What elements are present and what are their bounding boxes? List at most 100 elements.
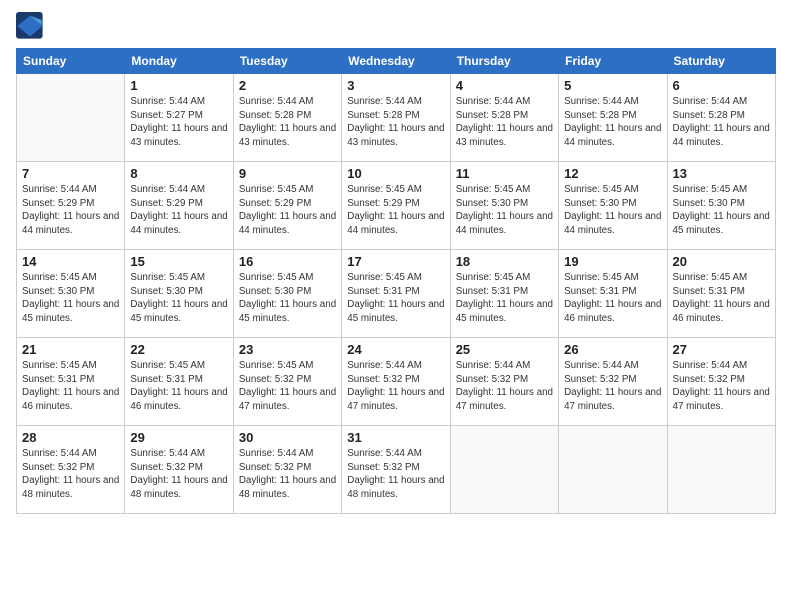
calendar-cell: 6 Sunrise: 5:44 AM Sunset: 5:28 PM Dayli… — [667, 74, 775, 162]
sunrise: Sunrise: 5:44 AM — [347, 448, 422, 459]
sunrise: Sunrise: 5:45 AM — [564, 272, 639, 283]
calendar-cell: 13 Sunrise: 5:45 AM Sunset: 5:30 PM Dayl… — [667, 162, 775, 250]
calendar-cell: 30 Sunrise: 5:44 AM Sunset: 5:32 PM Dayl… — [233, 426, 341, 514]
sunset: Sunset: 5:30 PM — [673, 198, 745, 209]
day-number: 10 — [347, 166, 444, 181]
daylight: Daylight: 11 hours and 46 minutes. — [673, 299, 770, 324]
sunrise: Sunrise: 5:44 AM — [456, 360, 531, 371]
day-info: Sunrise: 5:45 AM Sunset: 5:30 PM Dayligh… — [673, 183, 770, 238]
logo — [16, 12, 46, 40]
day-number: 27 — [673, 342, 770, 357]
calendar-cell: 29 Sunrise: 5:44 AM Sunset: 5:32 PM Dayl… — [125, 426, 233, 514]
sunset: Sunset: 5:31 PM — [22, 374, 94, 385]
sunset: Sunset: 5:30 PM — [22, 286, 94, 297]
calendar-cell: 28 Sunrise: 5:44 AM Sunset: 5:32 PM Dayl… — [17, 426, 125, 514]
day-info: Sunrise: 5:44 AM Sunset: 5:32 PM Dayligh… — [130, 447, 227, 502]
sunrise: Sunrise: 5:45 AM — [564, 184, 639, 195]
page: SundayMondayTuesdayWednesdayThursdayFrid… — [0, 0, 792, 612]
day-info: Sunrise: 5:44 AM Sunset: 5:28 PM Dayligh… — [456, 95, 553, 150]
day-number: 18 — [456, 254, 553, 269]
weekday-header-row: SundayMondayTuesdayWednesdayThursdayFrid… — [17, 49, 776, 74]
day-info: Sunrise: 5:45 AM Sunset: 5:30 PM Dayligh… — [564, 183, 661, 238]
sunrise: Sunrise: 5:45 AM — [347, 184, 422, 195]
sunset: Sunset: 5:32 PM — [239, 462, 311, 473]
calendar-cell: 16 Sunrise: 5:45 AM Sunset: 5:30 PM Dayl… — [233, 250, 341, 338]
sunrise: Sunrise: 5:44 AM — [130, 96, 205, 107]
sunset: Sunset: 5:32 PM — [673, 374, 745, 385]
calendar-cell — [450, 426, 558, 514]
calendar-cell: 5 Sunrise: 5:44 AM Sunset: 5:28 PM Dayli… — [559, 74, 667, 162]
sunrise: Sunrise: 5:45 AM — [239, 184, 314, 195]
sunset: Sunset: 5:32 PM — [456, 374, 528, 385]
daylight: Daylight: 11 hours and 45 minutes. — [22, 299, 119, 324]
daylight: Daylight: 11 hours and 44 minutes. — [22, 211, 119, 236]
sunset: Sunset: 5:29 PM — [130, 198, 202, 209]
day-info: Sunrise: 5:45 AM Sunset: 5:29 PM Dayligh… — [239, 183, 336, 238]
day-info: Sunrise: 5:45 AM Sunset: 5:30 PM Dayligh… — [130, 271, 227, 326]
day-number: 13 — [673, 166, 770, 181]
daylight: Daylight: 11 hours and 46 minutes. — [130, 387, 227, 412]
daylight: Daylight: 11 hours and 43 minutes. — [239, 123, 336, 148]
sunset: Sunset: 5:32 PM — [239, 374, 311, 385]
day-number: 25 — [456, 342, 553, 357]
week-row-2: 7 Sunrise: 5:44 AM Sunset: 5:29 PM Dayli… — [17, 162, 776, 250]
calendar-cell: 15 Sunrise: 5:45 AM Sunset: 5:30 PM Dayl… — [125, 250, 233, 338]
day-info: Sunrise: 5:44 AM Sunset: 5:32 PM Dayligh… — [22, 447, 119, 502]
day-info: Sunrise: 5:44 AM Sunset: 5:32 PM Dayligh… — [347, 447, 444, 502]
daylight: Daylight: 11 hours and 45 minutes. — [456, 299, 553, 324]
daylight: Daylight: 11 hours and 43 minutes. — [456, 123, 553, 148]
day-info: Sunrise: 5:44 AM Sunset: 5:27 PM Dayligh… — [130, 95, 227, 150]
day-info: Sunrise: 5:45 AM Sunset: 5:31 PM Dayligh… — [673, 271, 770, 326]
day-number: 26 — [564, 342, 661, 357]
sunset: Sunset: 5:32 PM — [130, 462, 202, 473]
daylight: Daylight: 11 hours and 48 minutes. — [130, 475, 227, 500]
daylight: Daylight: 11 hours and 47 minutes. — [347, 387, 444, 412]
calendar-cell: 7 Sunrise: 5:44 AM Sunset: 5:29 PM Dayli… — [17, 162, 125, 250]
daylight: Daylight: 11 hours and 44 minutes. — [456, 211, 553, 236]
day-info: Sunrise: 5:44 AM Sunset: 5:28 PM Dayligh… — [239, 95, 336, 150]
weekday-header-friday: Friday — [559, 49, 667, 74]
day-info: Sunrise: 5:45 AM Sunset: 5:30 PM Dayligh… — [22, 271, 119, 326]
calendar-cell: 14 Sunrise: 5:45 AM Sunset: 5:30 PM Dayl… — [17, 250, 125, 338]
weekday-header-thursday: Thursday — [450, 49, 558, 74]
sunset: Sunset: 5:31 PM — [673, 286, 745, 297]
day-number: 16 — [239, 254, 336, 269]
daylight: Daylight: 11 hours and 47 minutes. — [673, 387, 770, 412]
sunrise: Sunrise: 5:44 AM — [130, 448, 205, 459]
day-info: Sunrise: 5:44 AM Sunset: 5:28 PM Dayligh… — [347, 95, 444, 150]
day-info: Sunrise: 5:45 AM Sunset: 5:29 PM Dayligh… — [347, 183, 444, 238]
day-number: 17 — [347, 254, 444, 269]
calendar-cell: 18 Sunrise: 5:45 AM Sunset: 5:31 PM Dayl… — [450, 250, 558, 338]
day-info: Sunrise: 5:44 AM Sunset: 5:29 PM Dayligh… — [22, 183, 119, 238]
week-row-1: 1 Sunrise: 5:44 AM Sunset: 5:27 PM Dayli… — [17, 74, 776, 162]
sunrise: Sunrise: 5:44 AM — [239, 448, 314, 459]
daylight: Daylight: 11 hours and 45 minutes. — [239, 299, 336, 324]
daylight: Daylight: 11 hours and 44 minutes. — [564, 123, 661, 148]
sunrise: Sunrise: 5:44 AM — [130, 184, 205, 195]
header — [16, 12, 776, 40]
sunrise: Sunrise: 5:44 AM — [347, 360, 422, 371]
calendar-cell: 10 Sunrise: 5:45 AM Sunset: 5:29 PM Dayl… — [342, 162, 450, 250]
daylight: Daylight: 11 hours and 44 minutes. — [347, 211, 444, 236]
calendar-cell: 23 Sunrise: 5:45 AM Sunset: 5:32 PM Dayl… — [233, 338, 341, 426]
sunset: Sunset: 5:29 PM — [239, 198, 311, 209]
day-info: Sunrise: 5:44 AM Sunset: 5:32 PM Dayligh… — [239, 447, 336, 502]
weekday-header-monday: Monday — [125, 49, 233, 74]
weekday-header-wednesday: Wednesday — [342, 49, 450, 74]
sunrise: Sunrise: 5:44 AM — [239, 96, 314, 107]
sunset: Sunset: 5:32 PM — [347, 462, 419, 473]
sunrise: Sunrise: 5:45 AM — [22, 272, 97, 283]
day-number: 6 — [673, 78, 770, 93]
day-info: Sunrise: 5:44 AM Sunset: 5:28 PM Dayligh… — [564, 95, 661, 150]
day-info: Sunrise: 5:45 AM Sunset: 5:31 PM Dayligh… — [564, 271, 661, 326]
day-info: Sunrise: 5:45 AM Sunset: 5:31 PM Dayligh… — [22, 359, 119, 414]
day-number: 8 — [130, 166, 227, 181]
sunset: Sunset: 5:29 PM — [22, 198, 94, 209]
daylight: Daylight: 11 hours and 44 minutes. — [130, 211, 227, 236]
day-number: 15 — [130, 254, 227, 269]
day-number: 11 — [456, 166, 553, 181]
sunrise: Sunrise: 5:44 AM — [673, 96, 748, 107]
day-number: 1 — [130, 78, 227, 93]
day-number: 23 — [239, 342, 336, 357]
calendar-cell: 19 Sunrise: 5:45 AM Sunset: 5:31 PM Dayl… — [559, 250, 667, 338]
